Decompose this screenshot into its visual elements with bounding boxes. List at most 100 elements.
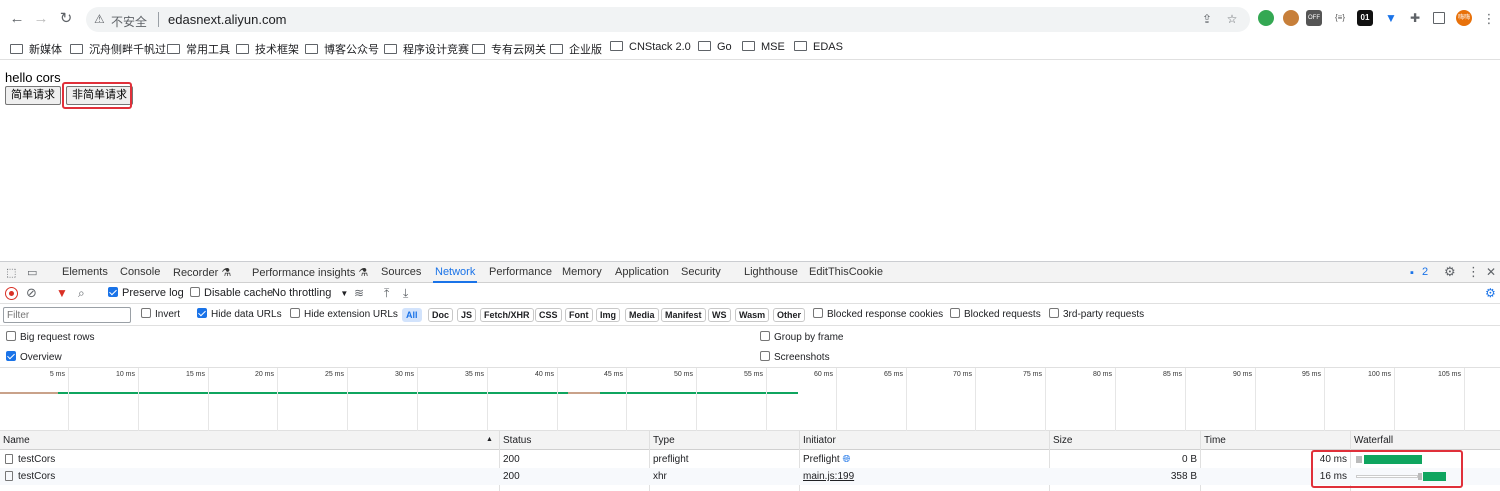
overview-checkbox[interactable]: Overview: [6, 351, 62, 363]
back-arrow-icon[interactable]: ←: [8, 10, 26, 28]
request-name[interactable]: testCors: [5, 471, 55, 482]
third-party-requests-checkbox[interactable]: 3rd-party requests: [1049, 308, 1144, 320]
column-name[interactable]: Name: [3, 435, 30, 446]
filter-type-media[interactable]: Media: [625, 308, 659, 322]
request-initiator-link[interactable]: main.js:199: [803, 471, 854, 482]
hide-data-urls-checkbox[interactable]: Hide data URLs: [197, 308, 282, 320]
filter-type-other[interactable]: Other: [773, 308, 806, 322]
clear-icon[interactable]: ⊘: [26, 286, 37, 300]
filter-type-img[interactable]: Img: [596, 308, 621, 322]
search-icon[interactable]: ⌕: [78, 286, 85, 300]
cookie-extension-icon[interactable]: [1283, 10, 1299, 26]
column-size[interactable]: Size: [1053, 435, 1072, 446]
blocked-requests-checkbox[interactable]: Blocked requests: [950, 308, 1041, 320]
disable-cache-checkbox[interactable]: Disable cache: [190, 287, 273, 299]
json-extension-icon[interactable]: {≡}: [1332, 10, 1348, 26]
throttling-select[interactable]: No throttling ▼: [272, 287, 348, 299]
filter-extension-icon[interactable]: ▼: [1383, 10, 1399, 26]
big-request-rows-checkbox[interactable]: Big request rows: [6, 331, 94, 343]
device-toolbar-icon[interactable]: ▭: [27, 266, 37, 280]
bookmark-item[interactable]: 沉舟侧畔千帆过: [70, 41, 166, 57]
bookmark-star-icon[interactable]: ☆: [1225, 12, 1239, 26]
export-har-icon[interactable]: ⤓: [403, 286, 408, 300]
hide-extension-urls-checkbox[interactable]: Hide extension URLs: [290, 308, 398, 320]
blocked-response-cookies-checkbox[interactable]: Blocked response cookies: [813, 308, 943, 320]
filter-type-all[interactable]: All: [402, 308, 422, 322]
tab-recorder[interactable]: Recorder ⚗: [173, 266, 231, 279]
security-label[interactable]: 不安全: [111, 13, 147, 30]
green-extension-icon[interactable]: [1258, 10, 1274, 26]
off-extension-icon[interactable]: OFF: [1306, 10, 1322, 26]
column-time[interactable]: Time: [1204, 435, 1226, 446]
checkbox[interactable]: [108, 287, 118, 297]
tab-application[interactable]: Application: [615, 266, 669, 278]
group-by-frame-checkbox[interactable]: Group by frame: [760, 331, 843, 343]
column-type[interactable]: Type: [653, 435, 675, 446]
bookmark-item[interactable]: 程序设计竞赛: [384, 41, 469, 57]
bookmark-item[interactable]: 博客公众号: [305, 41, 379, 57]
request-initiator[interactable]: Preflight 🌐︎: [803, 454, 850, 465]
tab-sources[interactable]: Sources: [381, 266, 421, 278]
tab-security[interactable]: Security: [681, 266, 721, 278]
network-settings-gear-icon[interactable]: ⚙: [1485, 286, 1496, 300]
address-bar[interactable]: ⚠ 不安全 edasnext.aliyun.com ⇪ ☆: [86, 7, 1250, 32]
tab-network[interactable]: Network: [432, 266, 478, 283]
column-status[interactable]: Status: [503, 435, 531, 446]
filter-type-js[interactable]: JS: [457, 308, 477, 322]
tab-performance[interactable]: Performance: [489, 266, 552, 278]
tab-elements[interactable]: Elements: [62, 266, 108, 278]
checkbox[interactable]: [6, 331, 16, 341]
tab-lighthouse[interactable]: Lighthouse: [744, 266, 798, 278]
menu-dots-icon[interactable]: ⋮: [1480, 10, 1498, 28]
filter-input[interactable]: [3, 307, 131, 323]
inspect-element-icon[interactable]: ⬚: [6, 266, 16, 280]
network-conditions-icon[interactable]: ≋: [354, 286, 364, 300]
01-extension-icon[interactable]: 01: [1357, 10, 1373, 26]
close-icon[interactable]: ✕: [1486, 265, 1496, 279]
filter-type-font[interactable]: Font: [565, 308, 593, 322]
bookmark-item[interactable]: 专有云网关: [472, 41, 546, 57]
invert-checkbox[interactable]: Invert: [141, 308, 180, 320]
sort-ascending-icon[interactable]: ▲: [486, 436, 493, 443]
screenshots-checkbox[interactable]: Screenshots: [760, 351, 830, 363]
bookmark-item[interactable]: 企业版: [550, 41, 602, 57]
checkbox[interactable]: [190, 287, 200, 297]
tab-memory[interactable]: Memory: [562, 266, 602, 278]
bookmark-item[interactable]: EDAS: [794, 41, 843, 53]
preserve-log-checkbox[interactable]: Preserve log: [108, 287, 184, 299]
bookmark-item[interactable]: CNStack 2.0: [610, 41, 691, 53]
simple-request-button[interactable]: 简单请求: [5, 86, 61, 105]
column-initiator[interactable]: Initiator: [803, 435, 836, 446]
settings-gear-icon[interactable]: ⚙: [1444, 265, 1456, 279]
column-waterfall[interactable]: Waterfall: [1354, 435, 1393, 446]
tab-performance-insights[interactable]: Performance insights ⚗: [252, 266, 368, 279]
filter-type-fetch-xhr[interactable]: Fetch/XHR: [480, 308, 534, 322]
bookmark-item[interactable]: Go: [698, 41, 732, 53]
more-options-icon[interactable]: ⋮: [1467, 265, 1480, 279]
bookmark-item[interactable]: MSE: [742, 41, 785, 53]
filter-type-doc[interactable]: Doc: [428, 308, 454, 322]
checkbox[interactable]: [6, 351, 16, 361]
forward-arrow-icon[interactable]: →: [32, 10, 50, 28]
avatar[interactable]: 嗨嗨: [1456, 10, 1472, 26]
filter-funnel-icon[interactable]: ▼: [56, 286, 68, 300]
issues-count[interactable]: 2: [1422, 266, 1428, 278]
bookmark-item[interactable]: 新媒体: [10, 41, 62, 57]
checkbox[interactable]: [290, 308, 300, 318]
tab-editthiscookie[interactable]: EditThisCookie: [809, 266, 883, 278]
issues-icon[interactable]: ▪: [1410, 266, 1414, 280]
filter-type-manifest[interactable]: Manifest: [661, 308, 706, 322]
bookmark-item[interactable]: 技术框架: [236, 41, 299, 57]
tab-console[interactable]: Console: [120, 266, 160, 278]
url-text[interactable]: edasnext.aliyun.com: [168, 12, 287, 27]
checkbox[interactable]: [1049, 308, 1059, 318]
checkbox[interactable]: [760, 351, 770, 361]
table-row[interactable]: testCors 200 xhr main.js:199 358 B 16 ms: [0, 468, 1500, 485]
checkbox[interactable]: [950, 308, 960, 318]
checkbox[interactable]: [197, 308, 207, 318]
puzzle-extension-icon[interactable]: ✚: [1407, 10, 1423, 26]
filter-type-ws[interactable]: WS: [708, 308, 731, 322]
request-name[interactable]: testCors: [5, 454, 55, 465]
import-har-icon[interactable]: ⤒: [384, 286, 389, 300]
reload-icon[interactable]: ↻: [57, 10, 75, 28]
